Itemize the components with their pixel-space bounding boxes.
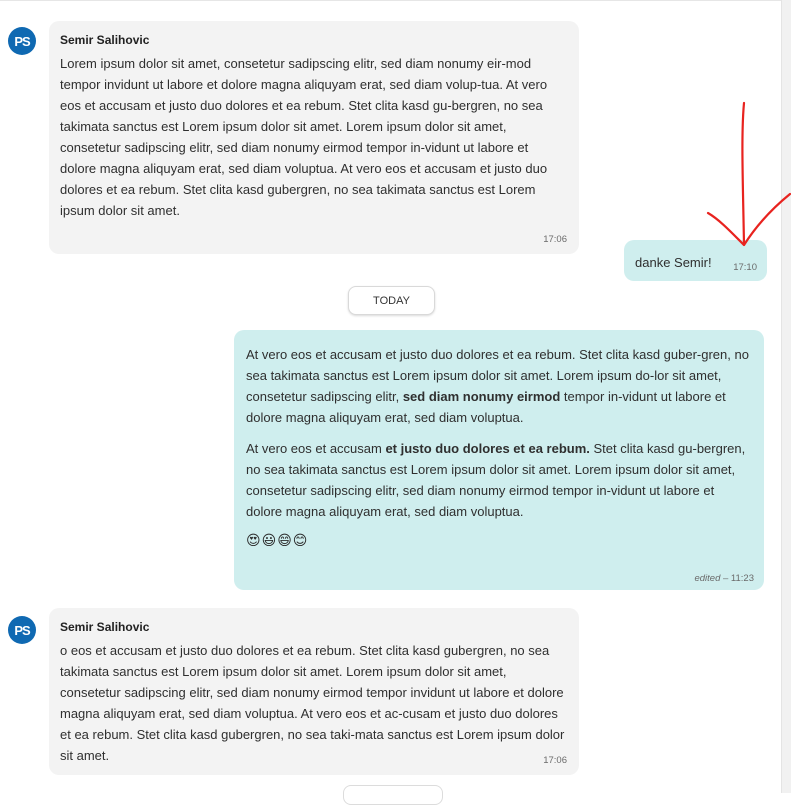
annotation-arrow-icon (706, 101, 791, 247)
day-separator: TODAY (348, 286, 435, 315)
message-time: 17:10 (733, 262, 757, 273)
avatar[interactable]: PS (8, 616, 36, 644)
message-bubble-received[interactable]: Semir Salihovic o eos et accusam et just… (49, 608, 579, 775)
message-text: danke Semir! (635, 255, 712, 270)
message-time: edited – 11:23 (694, 573, 754, 584)
message-paragraph: At vero eos et accusam et justo duo dolo… (246, 347, 749, 425)
message-paragraph: At vero eos et accusam et justo duo dolo… (246, 441, 746, 519)
top-divider (0, 0, 791, 1)
avatar[interactable]: PS (8, 27, 36, 55)
emoji-row: 😍😃😄😊 (246, 532, 309, 548)
message-time: 17:06 (543, 234, 567, 245)
message-bubble-sent-long[interactable]: At vero eos et accusam et justo duo dolo… (234, 330, 764, 590)
edited-label: edited (694, 573, 721, 584)
message-text: Lorem ipsum dolor sit amet, consetetur s… (60, 56, 548, 218)
message-time: 17:06 (543, 755, 567, 766)
message-bubble-received[interactable]: Semir Salihovic Lorem ipsum dolor sit am… (49, 21, 579, 254)
sender-name: Semir Salihovic (60, 620, 150, 634)
message-text: o eos et accusam et justo duo dolores et… (60, 643, 565, 763)
day-separator-partial (343, 785, 443, 805)
sender-name: Semir Salihovic (60, 33, 150, 47)
